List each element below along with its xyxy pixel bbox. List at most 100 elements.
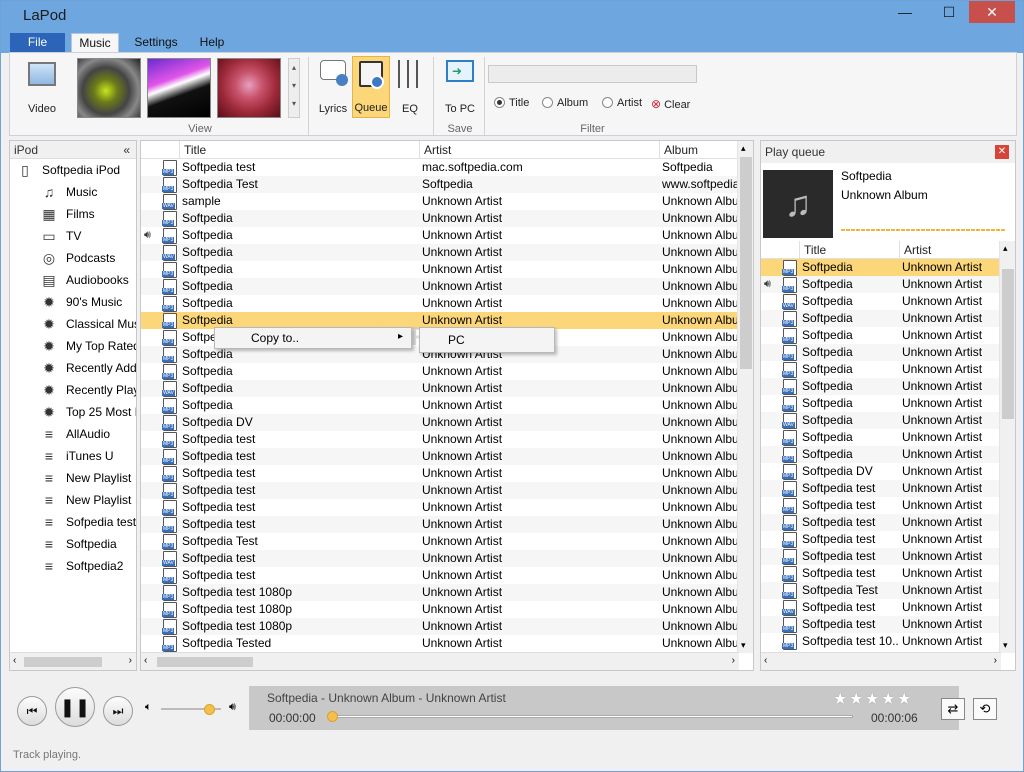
queue-row[interactable]: Softpedia test Unknown Artist: [761, 616, 1001, 633]
copy-to-menu-item[interactable]: Copy to..: [251, 331, 299, 345]
table-row[interactable]: Softpedia Unknown Artist Unknown Album: [141, 397, 739, 414]
visualizer-thumbnail-2[interactable]: [147, 58, 211, 118]
queue-row[interactable]: Softpedia Unknown Artist: [761, 293, 1001, 310]
queue-row[interactable]: Softpedia Unknown Artist: [761, 412, 1001, 429]
table-row[interactable]: Softpedia Unknown Artist Unknown Album: [141, 278, 739, 295]
tracks-vertical-scrollbar[interactable]: ▴ ▾: [737, 141, 753, 653]
star-icon[interactable]: ★: [897, 689, 911, 709]
scroll-left-icon[interactable]: ‹: [13, 655, 16, 666]
collapse-icon[interactable]: «: [123, 143, 130, 157]
table-row[interactable]: Softpedia Test Unknown Artist Unknown Al…: [141, 533, 739, 550]
previous-button[interactable]: ⏮: [17, 696, 47, 726]
repeat-button[interactable]: ⟲: [973, 698, 997, 720]
table-row[interactable]: Softpedia test Unknown Artist Unknown Al…: [141, 567, 739, 584]
sidebar-item[interactable]: ▦ Films: [10, 203, 136, 225]
seek-slider[interactable]: [329, 715, 853, 718]
scroll-left-icon[interactable]: ‹: [764, 655, 767, 666]
sidebar-item[interactable]: ≡ iTunes U: [10, 445, 136, 467]
sidebar-item[interactable]: ≡ Softpedia2: [10, 555, 136, 577]
sidebar-item[interactable]: ≡ AllAudio: [10, 423, 136, 445]
queue-row[interactable]: Softpedia Unknown Artist: [761, 327, 1001, 344]
queue-row[interactable]: Softpedia Unknown Artist: [761, 429, 1001, 446]
queue-row[interactable]: Softpedia test 10... Unknown Artist: [761, 633, 1001, 650]
scroll-right-icon[interactable]: ›: [129, 655, 132, 666]
thumbnail-scroller[interactable]: ▴ ▾ ▾: [288, 58, 300, 118]
scroll-thumb[interactable]: [24, 657, 102, 667]
visualizer-thumbnail-3[interactable]: [217, 58, 281, 118]
table-row[interactable]: Softpedia Tested Unknown Artist Unknown …: [141, 635, 739, 652]
lyrics-button[interactable]: Lyrics: [314, 56, 352, 118]
scroll-up-icon[interactable]: ▴: [741, 143, 746, 154]
sidebar-item[interactable]: ✹ 90's Music: [10, 291, 136, 313]
sidebar-item[interactable]: ♫ Music: [10, 181, 136, 203]
tracks-horizontal-scrollbar[interactable]: ‹ ›: [141, 652, 739, 670]
column-header-artist[interactable]: Artist: [419, 141, 659, 159]
filter-album-radio[interactable]: Album: [542, 97, 588, 109]
close-button[interactable]: ✕: [969, 1, 1015, 23]
table-row[interactable]: Softpedia Unknown Artist Unknown Album: [141, 363, 739, 380]
shuffle-button[interactable]: ⇄: [941, 698, 965, 720]
seek-knob[interactable]: [327, 711, 338, 722]
star-icon[interactable]: ★: [881, 689, 895, 709]
table-row[interactable]: Softpedia test Unknown Artist Unknown Al…: [141, 550, 739, 567]
queue-vertical-scrollbar[interactable]: ▴ ▾: [999, 241, 1015, 653]
queue-row[interactable]: Softpedia test Unknown Artist: [761, 599, 1001, 616]
sidebar-item[interactable]: ≡ New Playlist: [10, 489, 136, 511]
visualizer-thumbnail-1[interactable]: [77, 58, 141, 118]
filter-title-radio[interactable]: Title: [494, 97, 529, 109]
queue-horizontal-scrollbar[interactable]: ‹ ›: [761, 652, 1001, 670]
table-row[interactable]: Softpedia Unknown Artist Unknown Album: [141, 380, 739, 397]
sidebar-item[interactable]: ≡ New Playlist: [10, 467, 136, 489]
queue-row[interactable]: Softpedia Unknown Artist: [761, 395, 1001, 412]
scroll-up-icon[interactable]: ▴: [1003, 243, 1008, 254]
queue-row[interactable]: Softpedia test Unknown Artist: [761, 548, 1001, 565]
queue-column-artist[interactable]: Artist: [899, 241, 1001, 259]
sidebar-item[interactable]: ▯ Softpedia iPod: [10, 159, 136, 181]
star-icon[interactable]: ★: [849, 689, 863, 709]
queue-row[interactable]: Softpedia Unknown Artist: [761, 310, 1001, 327]
sidebar-item[interactable]: ✹ Recently Added: [10, 357, 136, 379]
copy-to-pc-menu-item[interactable]: PC: [448, 333, 465, 347]
table-row[interactable]: Softpedia Test Softpedia www.softpedia.c…: [141, 176, 739, 193]
queue-button[interactable]: Queue: [352, 56, 390, 118]
queue-row[interactable]: Softpedia test Unknown Artist: [761, 514, 1001, 531]
queue-row[interactable]: Softpedia Unknown Artist: [761, 344, 1001, 361]
table-row[interactable]: Softpedia test 1080p Unknown Artist Unkn…: [141, 584, 739, 601]
column-header-title[interactable]: Title: [179, 141, 419, 159]
tab-settings[interactable]: Settings: [127, 33, 185, 53]
table-row[interactable]: Softpedia test 1080p Unknown Artist Unkn…: [141, 601, 739, 618]
scroll-thumb[interactable]: [157, 657, 253, 667]
table-row[interactable]: Softpedia test Unknown Artist Unknown Al…: [141, 516, 739, 533]
queue-row[interactable]: Softpedia DV Unknown Artist: [761, 463, 1001, 480]
table-row[interactable]: Softpedia DV Unknown Artist Unknown Albu…: [141, 414, 739, 431]
star-icon[interactable]: ★: [865, 689, 879, 709]
sidebar-item[interactable]: ▤ Audiobooks: [10, 269, 136, 291]
scroll-thumb[interactable]: [740, 157, 752, 369]
queue-row[interactable]: 🔊︎ Softpedia Unknown Artist: [761, 276, 1001, 293]
sidebar-item[interactable]: ✹ Top 25 Most Played: [10, 401, 136, 423]
queue-row[interactable]: Softpedia Unknown Artist: [761, 361, 1001, 378]
table-row[interactable]: Softpedia test 1080p Unknown Artist Unkn…: [141, 618, 739, 635]
title-bar[interactable]: LaPod — ☐ ✕: [1, 1, 1023, 31]
table-row[interactable]: Softpedia test Unknown Artist Unknown Al…: [141, 499, 739, 516]
queue-row[interactable]: Softpedia Unknown Artist: [761, 259, 1001, 276]
clear-filter-button[interactable]: ⊗ Clear: [651, 97, 690, 111]
video-button[interactable]: Video: [18, 56, 66, 118]
file-menu-button[interactable]: File: [10, 33, 65, 53]
filter-artist-radio[interactable]: Artist: [602, 97, 642, 109]
table-row[interactable]: Softpedia test Unknown Artist Unknown Al…: [141, 431, 739, 448]
sidebar-horizontal-scrollbar[interactable]: ‹ ›: [10, 652, 136, 670]
table-row[interactable]: Softpedia Unknown Artist Unknown Album: [141, 244, 739, 261]
sidebar-item[interactable]: ≡ Softpedia: [10, 533, 136, 555]
sidebar-item[interactable]: ◎ Podcasts: [10, 247, 136, 269]
maximize-button[interactable]: ☐: [933, 1, 965, 23]
queue-column-title[interactable]: Title: [799, 241, 899, 259]
next-button[interactable]: ⏭: [103, 696, 133, 726]
scroll-left-icon[interactable]: ‹: [144, 655, 147, 666]
star-icon[interactable]: ★: [833, 689, 847, 709]
eq-button[interactable]: EQ: [392, 56, 428, 118]
table-row[interactable]: Softpedia Unknown Artist Unknown Album: [141, 295, 739, 312]
sidebar-item[interactable]: ✹ Recently Played: [10, 379, 136, 401]
filter-input[interactable]: [488, 65, 697, 83]
table-row[interactable]: Softpedia test mac.softpedia.com Softped…: [141, 159, 739, 176]
